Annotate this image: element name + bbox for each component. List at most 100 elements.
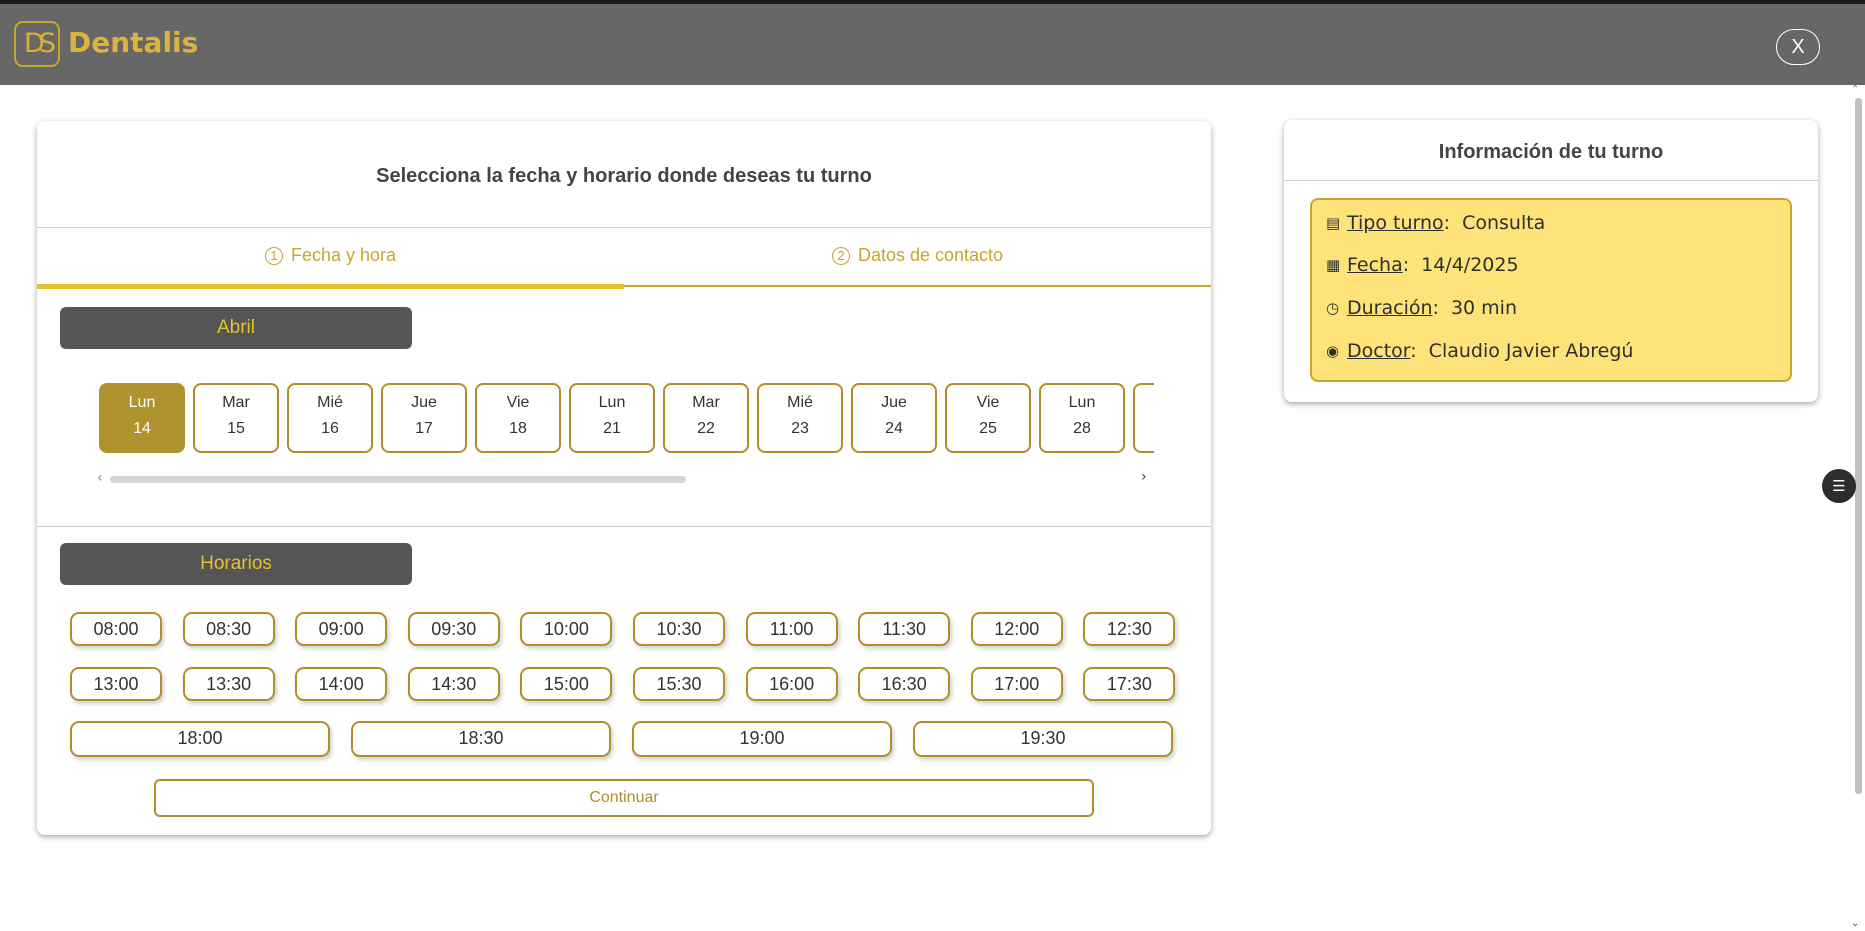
tab-active-indicator <box>37 284 624 289</box>
info-row-doctor: ◉ Doctor: Claudio Javier Abregú <box>1326 340 1634 362</box>
tab-label: Datos de contacto <box>857 245 1004 265</box>
day-date: 28 <box>1073 420 1091 437</box>
time-slot-button[interactable]: 16:30 <box>858 667 951 701</box>
time-slot-button[interactable]: 11:30 <box>858 612 951 646</box>
time-slot-button[interactable]: 17:30 <box>1083 667 1176 701</box>
info-label: Fecha <box>1347 254 1403 276</box>
day-button[interactable]: Lun 28 <box>1039 383 1125 453</box>
logo-icon: DS <box>14 21 60 67</box>
day-button[interactable]: Vie 25 <box>945 383 1031 453</box>
appointment-summary: ▤ Tipo turno: Consulta ▦ Fecha: 14/4/2025 ◷ D… <box>1310 198 1792 382</box>
day-date: 18 <box>509 420 527 437</box>
day-button[interactable]: Vie 18 <box>475 383 561 453</box>
info-value: Consulta <box>1462 212 1546 234</box>
month-header: Abril <box>60 307 412 349</box>
day-button[interactable]: Lun 14 <box>99 383 185 453</box>
info-value: Claudio Javier Abregú <box>1428 340 1634 362</box>
day-date: 21 <box>603 420 621 437</box>
info-value: 14/4/2025 <box>1421 254 1519 276</box>
booking-title: Selecciona la fecha y horario donde dese… <box>376 165 872 187</box>
scroll-up-arrow-icon[interactable]: ⌃ <box>1851 84 1859 95</box>
time-slot-button[interactable]: 08:00 <box>70 612 162 646</box>
booking-card: Selecciona la fecha y horario donde dese… <box>37 121 1211 835</box>
app-name: Dentalis <box>68 26 199 59</box>
day-name: Lun <box>1068 394 1096 411</box>
time-slot-button[interactable]: 09:00 <box>295 612 388 646</box>
day-name: Vie <box>506 394 530 411</box>
info-label: Duración <box>1347 297 1433 319</box>
info-row-duration: ◷ Duración: 30 min <box>1326 297 1517 319</box>
day-button[interactable]: Mar 15 <box>193 383 279 453</box>
day-button[interactable]: Jue 17 <box>381 383 467 453</box>
day-name: Mar <box>692 394 720 411</box>
info-label: Doctor <box>1347 340 1411 362</box>
app-header: DS Dentalis X <box>0 4 1865 85</box>
day-button[interactable] <box>1133 383 1154 453</box>
day-name: Mié <box>317 394 343 411</box>
time-slot-button[interactable]: 12:00 <box>970 612 1063 646</box>
time-slot-button[interactable]: 14:30 <box>407 667 500 701</box>
time-slot-button[interactable]: 18:00 <box>70 721 330 757</box>
time-slot-button[interactable]: 12:30 <box>1083 612 1176 646</box>
day-name: Jue <box>881 394 907 411</box>
time-slot-button[interactable]: 10:30 <box>633 612 725 646</box>
day-name: Lun <box>598 394 626 411</box>
calendar-icon: ▦ <box>1326 256 1341 274</box>
user-circle-icon: ◉ <box>1326 342 1340 360</box>
day-name: Vie <box>976 394 1000 411</box>
time-slot-button[interactable]: 16:00 <box>745 667 838 701</box>
day-button[interactable]: Mar 22 <box>663 383 749 453</box>
day-date: 14 <box>133 420 151 437</box>
scroll-left-icon[interactable]: ‹ <box>97 470 103 486</box>
day-date: 23 <box>791 420 809 437</box>
time-slot-button[interactable]: 09:30 <box>407 612 500 646</box>
divider <box>1284 180 1818 181</box>
day-date: 22 <box>697 420 715 437</box>
time-slot-button[interactable]: 19:30 <box>913 721 1173 757</box>
message-icon: ▤ <box>1326 214 1341 232</box>
close-button[interactable]: X <box>1776 29 1820 65</box>
continue-button[interactable]: Continuar <box>154 779 1094 817</box>
time-slot-button[interactable]: 08:30 <box>182 612 275 646</box>
time-slot-button[interactable]: 13:30 <box>182 667 275 701</box>
day-button[interactable]: Mié 16 <box>287 383 373 453</box>
time-slot-button[interactable]: 17:00 <box>970 667 1063 701</box>
divider <box>37 227 1211 228</box>
day-name: Mar <box>222 394 250 411</box>
time-slot-button[interactable]: 15:00 <box>520 667 613 701</box>
slots-header: Horarios <box>60 543 412 585</box>
appointment-info-card: Información de tu turno ▤ Tipo turno: Cons… <box>1284 120 1818 402</box>
day-button[interactable]: Mié 23 <box>757 383 843 453</box>
clock-icon: ◷ <box>1326 299 1340 317</box>
day-scrollbar-thumb[interactable] <box>110 476 686 483</box>
day-button[interactable]: Jue 24 <box>851 383 937 453</box>
day-name: Lun <box>128 394 156 411</box>
scroll-down-arrow-icon[interactable]: ⌄ <box>1851 918 1859 929</box>
time-slot-button[interactable]: 11:00 <box>745 612 838 646</box>
tab-datos-contacto[interactable]: 2 Datos de contacto <box>624 245 1211 266</box>
time-slot-button[interactable]: 14:00 <box>295 667 388 701</box>
time-slot-button[interactable]: 19:00 <box>632 721 892 757</box>
info-title: Información de tu turno <box>1438 141 1664 163</box>
day-date: 16 <box>321 420 339 437</box>
day-button[interactable]: Lun 21 <box>569 383 655 453</box>
info-label: Tipo turno <box>1347 212 1444 234</box>
time-slot-button[interactable]: 13:00 <box>70 667 162 701</box>
info-row-date: ▦ Fecha: 14/4/2025 <box>1326 254 1519 276</box>
divider <box>37 526 1211 527</box>
time-slot-button[interactable]: 10:00 <box>520 612 613 646</box>
tab-label: Fecha y hora <box>290 245 397 265</box>
info-row-type: ▤ Tipo turno: Consulta <box>1326 212 1546 234</box>
step-number-icon: 1 <box>264 247 283 265</box>
floating-menu-button[interactable]: ☰ <box>1822 469 1856 503</box>
time-slot-button[interactable]: 18:30 <box>351 721 611 757</box>
scroll-right-icon[interactable]: › <box>1141 469 1147 485</box>
tab-fecha-hora[interactable]: 1 Fecha y hora <box>37 245 624 266</box>
page-scrollbar-thumb[interactable] <box>1855 98 1862 794</box>
day-selector: Lun 14 Mar 15 Mié 16 Jue 17 Vie 18 Lun 21 Mar 22 Mié 23… <box>99 383 1154 455</box>
menu-list-icon: ☰ <box>1832 477 1846 495</box>
time-slot-button[interactable]: 15:30 <box>633 667 725 701</box>
step-number-icon: 2 <box>831 247 850 265</box>
info-value: 30 min <box>1450 297 1517 319</box>
day-date: 15 <box>227 420 245 437</box>
